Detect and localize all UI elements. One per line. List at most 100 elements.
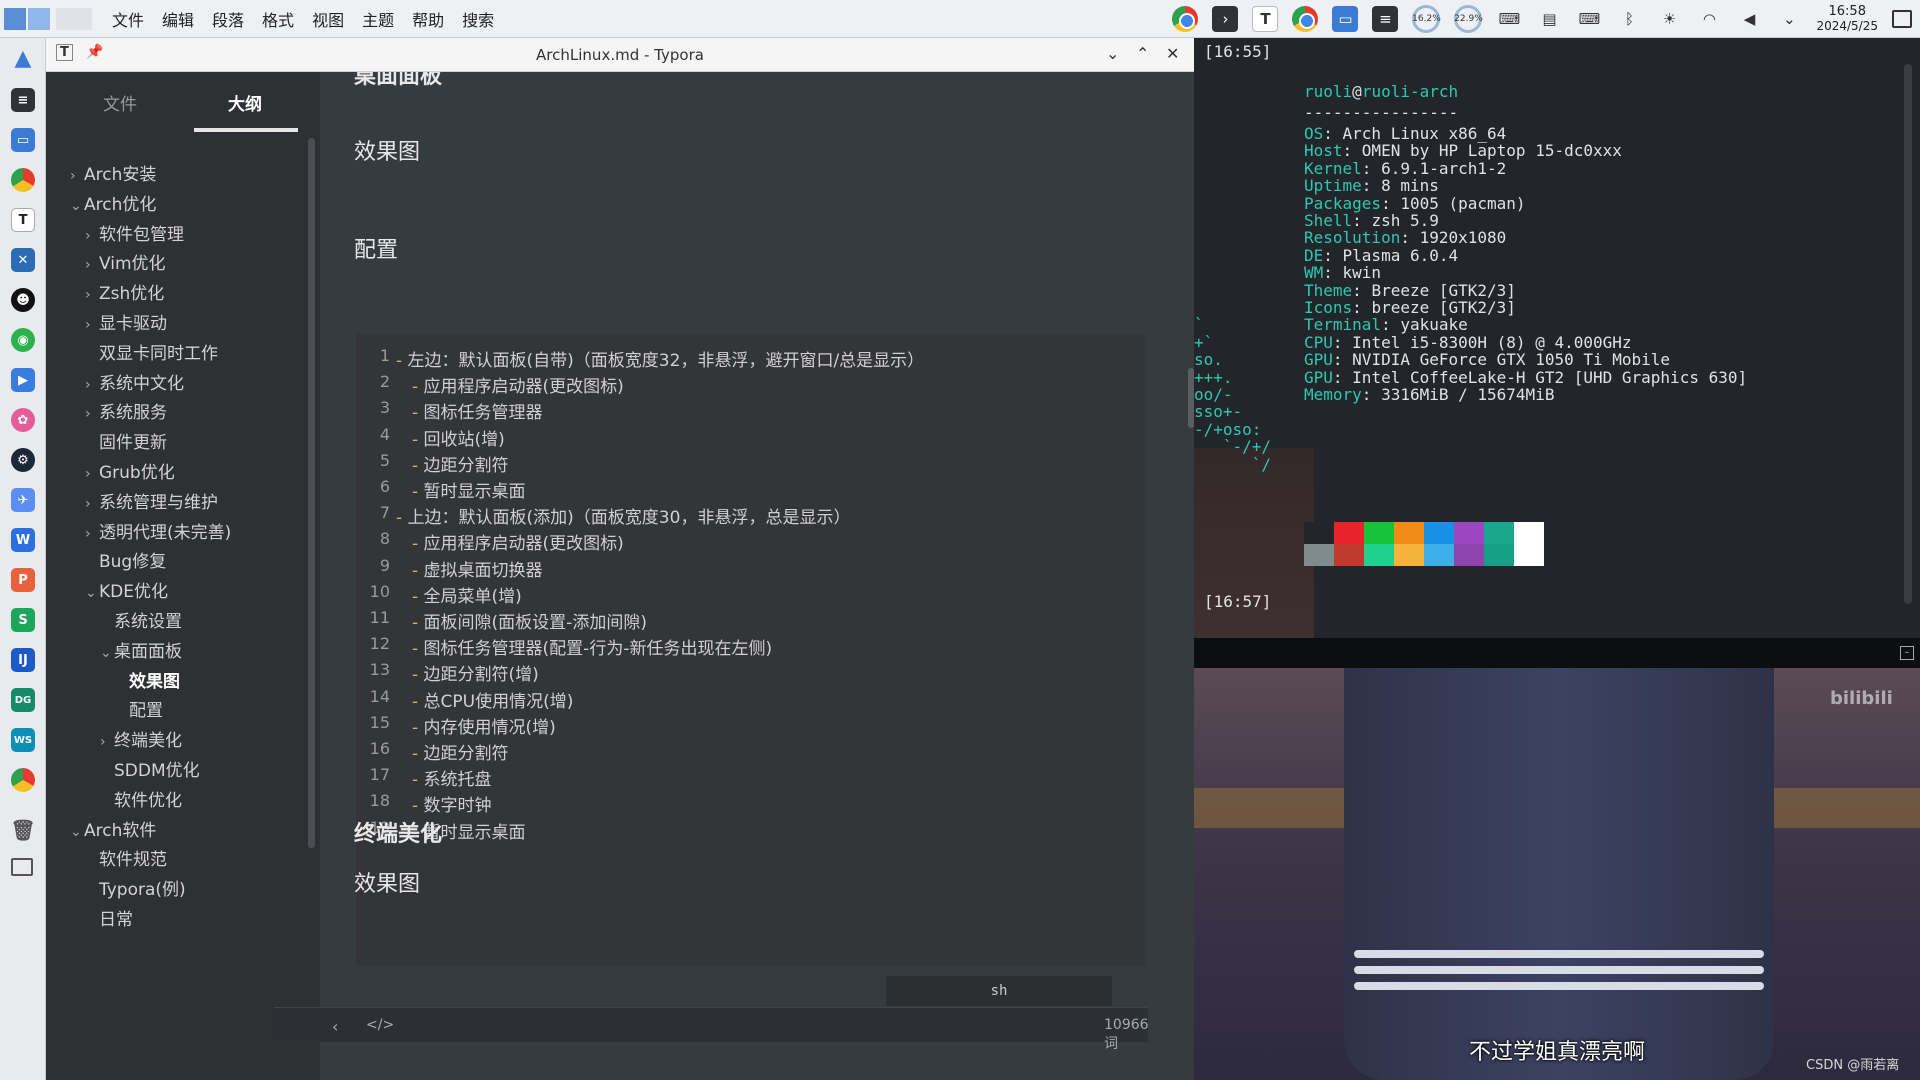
- chevron-right-icon[interactable]: ›: [85, 496, 99, 512]
- code-line[interactable]: - 总CPU使用情况(增): [412, 687, 573, 712]
- terminal-scrollbar[interactable]: [1904, 64, 1912, 604]
- code-language-input[interactable]: sh: [886, 976, 1112, 1006]
- chevron-down-icon[interactable]: ⌄: [70, 824, 84, 840]
- desktop-1-icon[interactable]: [4, 7, 26, 30]
- bluetooth-icon[interactable]: ᛒ: [1616, 6, 1642, 32]
- steam-icon[interactable]: ⚙: [11, 448, 35, 472]
- wechat-icon[interactable]: ◉: [11, 328, 35, 352]
- keyboard-icon[interactable]: ⌨: [1576, 6, 1602, 32]
- file-manager-task-icon[interactable]: ▭: [1332, 6, 1359, 32]
- outline-item[interactable]: 固件更新: [99, 428, 167, 453]
- terminal-collapse-icon[interactable]: –: [1900, 646, 1914, 660]
- code-line[interactable]: - 数字时钟: [412, 791, 492, 816]
- outline-item[interactable]: ⌄ KDE优化: [85, 577, 168, 602]
- outline-item[interactable]: ⌄ Arch优化: [70, 190, 156, 215]
- menu-file[interactable]: 文件: [112, 7, 144, 31]
- outline-item[interactable]: › Grub优化: [85, 458, 175, 483]
- video-player-icon[interactable]: ▶: [11, 368, 35, 392]
- chrome-task-icon-2[interactable]: [1292, 6, 1319, 32]
- menu-view[interactable]: 视图: [312, 7, 344, 31]
- desktop-2-icon[interactable]: [28, 7, 50, 30]
- chevron-right-icon[interactable]: ›: [85, 526, 99, 542]
- system-settings-icon[interactable]: ≡: [11, 88, 35, 112]
- menu-edit[interactable]: 编辑: [162, 7, 194, 31]
- qq-icon[interactable]: ☻: [11, 288, 35, 312]
- wps-presentation-icon[interactable]: P: [11, 568, 35, 592]
- outline-item[interactable]: 软件规范: [99, 845, 167, 870]
- chrome-icon[interactable]: [11, 168, 35, 192]
- code-block[interactable]: 1- 左边：默认面板(自带)（面板宽度32，非悬浮，避开窗口/总是显示） 2- 应…: [356, 334, 1146, 966]
- chevron-right-icon[interactable]: ›: [85, 406, 99, 422]
- close-icon[interactable]: ✕: [1166, 44, 1179, 63]
- outline-item[interactable]: › 透明代理(未完善): [85, 518, 231, 543]
- outline-item[interactable]: 双显卡同时工作: [99, 339, 218, 364]
- code-line[interactable]: - 面板间隙(面板设置-添加间隙): [412, 608, 647, 633]
- system-settings-task-icon[interactable]: ≡: [1372, 6, 1399, 32]
- menu-help[interactable]: 帮助: [412, 7, 444, 31]
- outline-item[interactable]: 系统设置: [114, 607, 182, 632]
- wifi-icon[interactable]: ◠: [1696, 6, 1722, 32]
- typora-task-icon[interactable]: T: [1252, 6, 1279, 32]
- terminal-task-icon[interactable]: ›: [1212, 6, 1239, 32]
- outline-item[interactable]: 效果图: [129, 667, 180, 692]
- tab-files[interactable]: 文件: [103, 90, 137, 115]
- outline-item[interactable]: › Zsh优化: [85, 279, 164, 304]
- digital-clock[interactable]: 16:58 2024/5/25: [1816, 4, 1878, 34]
- code-line[interactable]: - 暂时显示桌面: [412, 477, 526, 502]
- chevron-right-icon[interactable]: ›: [85, 287, 99, 303]
- menu-search[interactable]: 搜索: [462, 7, 494, 31]
- wps-writer-icon[interactable]: W: [11, 528, 35, 552]
- yakuake-terminal[interactable]: [16:55] ruoli@ruoli-arch ---------------…: [1194, 38, 1920, 638]
- wps-spreadsheet-icon[interactable]: S: [11, 608, 35, 632]
- chevron-right-icon[interactable]: ›: [85, 317, 99, 333]
- code-line[interactable]: - 内存使用情况(增): [412, 713, 556, 738]
- chevron-down-icon[interactable]: ⌄: [100, 645, 114, 661]
- chevron-right-icon[interactable]: ›: [100, 734, 114, 750]
- chrome-task-icon[interactable]: [1172, 6, 1199, 32]
- feishu-icon[interactable]: ✈: [11, 488, 35, 512]
- code-line[interactable]: - 边距分割符(增): [412, 660, 539, 685]
- chevron-right-icon[interactable]: ›: [70, 168, 84, 184]
- code-line[interactable]: - 应用程序启动器(更改图标): [412, 529, 624, 554]
- editor-content[interactable]: 桌面面板 效果图 配置 1- 左边：默认面板(自带)（面板宽度32，非悬浮，避开…: [320, 72, 1194, 1045]
- chevron-right-icon[interactable]: ›: [85, 228, 99, 244]
- volume-icon[interactable]: ◀: [1736, 6, 1762, 32]
- code-line[interactable]: - 图标任务管理器: [412, 398, 543, 423]
- minimize-chevron-icon[interactable]: ⌄: [1106, 44, 1119, 63]
- code-line[interactable]: - 回收站(增): [412, 425, 505, 450]
- virtual-desktop-switcher[interactable]: [0, 7, 92, 30]
- chevron-down-icon[interactable]: ⌄: [70, 198, 84, 214]
- app-launcher-icon[interactable]: ▲: [11, 46, 35, 71]
- code-line[interactable]: - 上边：默认面板(添加)（面板宽度30，非悬浮，总是显示）: [396, 503, 850, 528]
- code-line[interactable]: - 图标任务管理器(配置-行为-新任务出现在左侧): [412, 634, 772, 659]
- intellij-icon[interactable]: IJ: [11, 648, 35, 672]
- outline-item[interactable]: › Vim优化: [85, 249, 166, 274]
- outline-item[interactable]: 配置: [129, 696, 163, 721]
- code-line[interactable]: - 左边：默认面板(自带)（面板宽度32，非悬浮，避开窗口/总是显示）: [396, 346, 924, 371]
- trash-icon[interactable]: 🗑: [10, 818, 35, 842]
- chevron-right-icon[interactable]: ›: [85, 377, 99, 393]
- tab-outline[interactable]: 大纲: [228, 90, 262, 115]
- outline-item[interactable]: 软件优化: [114, 786, 182, 811]
- terminal-tray-icon[interactable]: ⌨: [1496, 6, 1522, 32]
- outline-item[interactable]: › 软件包管理: [85, 220, 184, 245]
- file-manager-icon[interactable]: ▭: [11, 128, 35, 152]
- chrome-icon-2[interactable]: [11, 768, 35, 792]
- brightness-icon[interactable]: ☀: [1656, 6, 1682, 32]
- sidebar-scrollbar[interactable]: [308, 138, 315, 848]
- code-line[interactable]: - 虚拟桌面切换器: [412, 556, 543, 581]
- code-line[interactable]: - 边距分割符: [412, 739, 509, 764]
- code-line[interactable]: - 全局菜单(增): [412, 582, 522, 607]
- show-desktop-icon[interactable]: [1892, 10, 1912, 28]
- clipboard-icon[interactable]: ▤: [1536, 6, 1562, 32]
- webstorm-icon[interactable]: WS: [11, 728, 35, 752]
- expand-tray-chevron-icon[interactable]: ⌄: [1776, 6, 1802, 32]
- vscode-icon[interactable]: ✕: [11, 248, 35, 272]
- outline-item[interactable]: › 显卡驱动: [85, 309, 167, 334]
- memory-usage-meter[interactable]: 22.9%: [1454, 5, 1483, 33]
- chevron-down-icon[interactable]: ⌄: [85, 585, 99, 601]
- code-line[interactable]: - 应用程序启动器(更改图标): [412, 372, 624, 397]
- video-frame[interactable]: [1194, 668, 1920, 1080]
- outline-item[interactable]: › Arch安装: [70, 160, 156, 185]
- outline-item[interactable]: Bug修复: [99, 547, 166, 572]
